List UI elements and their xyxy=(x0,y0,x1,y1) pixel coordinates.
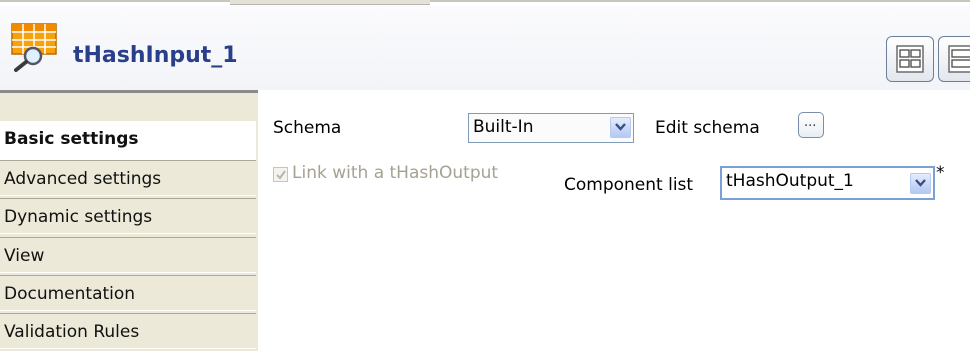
tab-label: Documentation xyxy=(4,284,136,304)
component-header: tHashInput_1 xyxy=(0,6,970,90)
tab-basic-settings[interactable]: Basic settings xyxy=(0,121,256,160)
tab-label: View xyxy=(4,246,45,266)
table-magnifier-icon xyxy=(10,22,60,72)
tab-label: Basic settings xyxy=(4,129,139,149)
tab-column-spacer xyxy=(0,93,256,121)
tab-validation-rules[interactable]: Validation Rules xyxy=(0,313,256,349)
layout-rows-button[interactable] xyxy=(938,36,970,82)
component-list-label: Component list xyxy=(564,175,694,195)
tab-label: Validation Rules xyxy=(4,322,140,342)
tab-documentation[interactable]: Documentation xyxy=(0,275,256,311)
tab-advanced-settings[interactable]: Advanced settings xyxy=(0,160,256,196)
tab-label: Dynamic settings xyxy=(4,207,153,227)
link-with-hash-output-label: Link with a tHashOutput xyxy=(292,163,499,183)
tab-dynamic-settings[interactable]: Dynamic settings xyxy=(0,198,256,234)
schema-label: Schema xyxy=(273,118,342,138)
checkmark-icon xyxy=(276,170,286,180)
chevron-down-icon[interactable] xyxy=(910,173,931,194)
layout-rows-icon xyxy=(948,45,970,73)
component-list-select[interactable]: tHashOutput_1 xyxy=(720,166,935,200)
chevron-down-icon[interactable] xyxy=(610,117,631,138)
layout-grid-icon xyxy=(896,45,924,73)
edit-schema-label: Edit schema xyxy=(655,118,760,138)
link-with-hash-output-checkbox[interactable] xyxy=(273,167,288,182)
ellipsis-icon: ... xyxy=(804,115,817,130)
schema-select-value: Built-In xyxy=(473,117,534,137)
component-title: tHashInput_1 xyxy=(73,43,238,68)
tab-strip-line xyxy=(0,0,230,2)
tab-view[interactable]: View xyxy=(0,237,256,273)
tab-strip-selected xyxy=(230,0,430,5)
schema-select[interactable]: Built-In xyxy=(468,113,634,143)
tab-strip-line xyxy=(430,0,970,2)
edit-schema-button[interactable]: ... xyxy=(798,112,824,138)
component-list-value: tHashOutput_1 xyxy=(726,171,854,191)
required-marker: * xyxy=(936,163,945,183)
tab-label: Advanced settings xyxy=(4,169,162,189)
layout-grid-button[interactable] xyxy=(886,36,934,82)
